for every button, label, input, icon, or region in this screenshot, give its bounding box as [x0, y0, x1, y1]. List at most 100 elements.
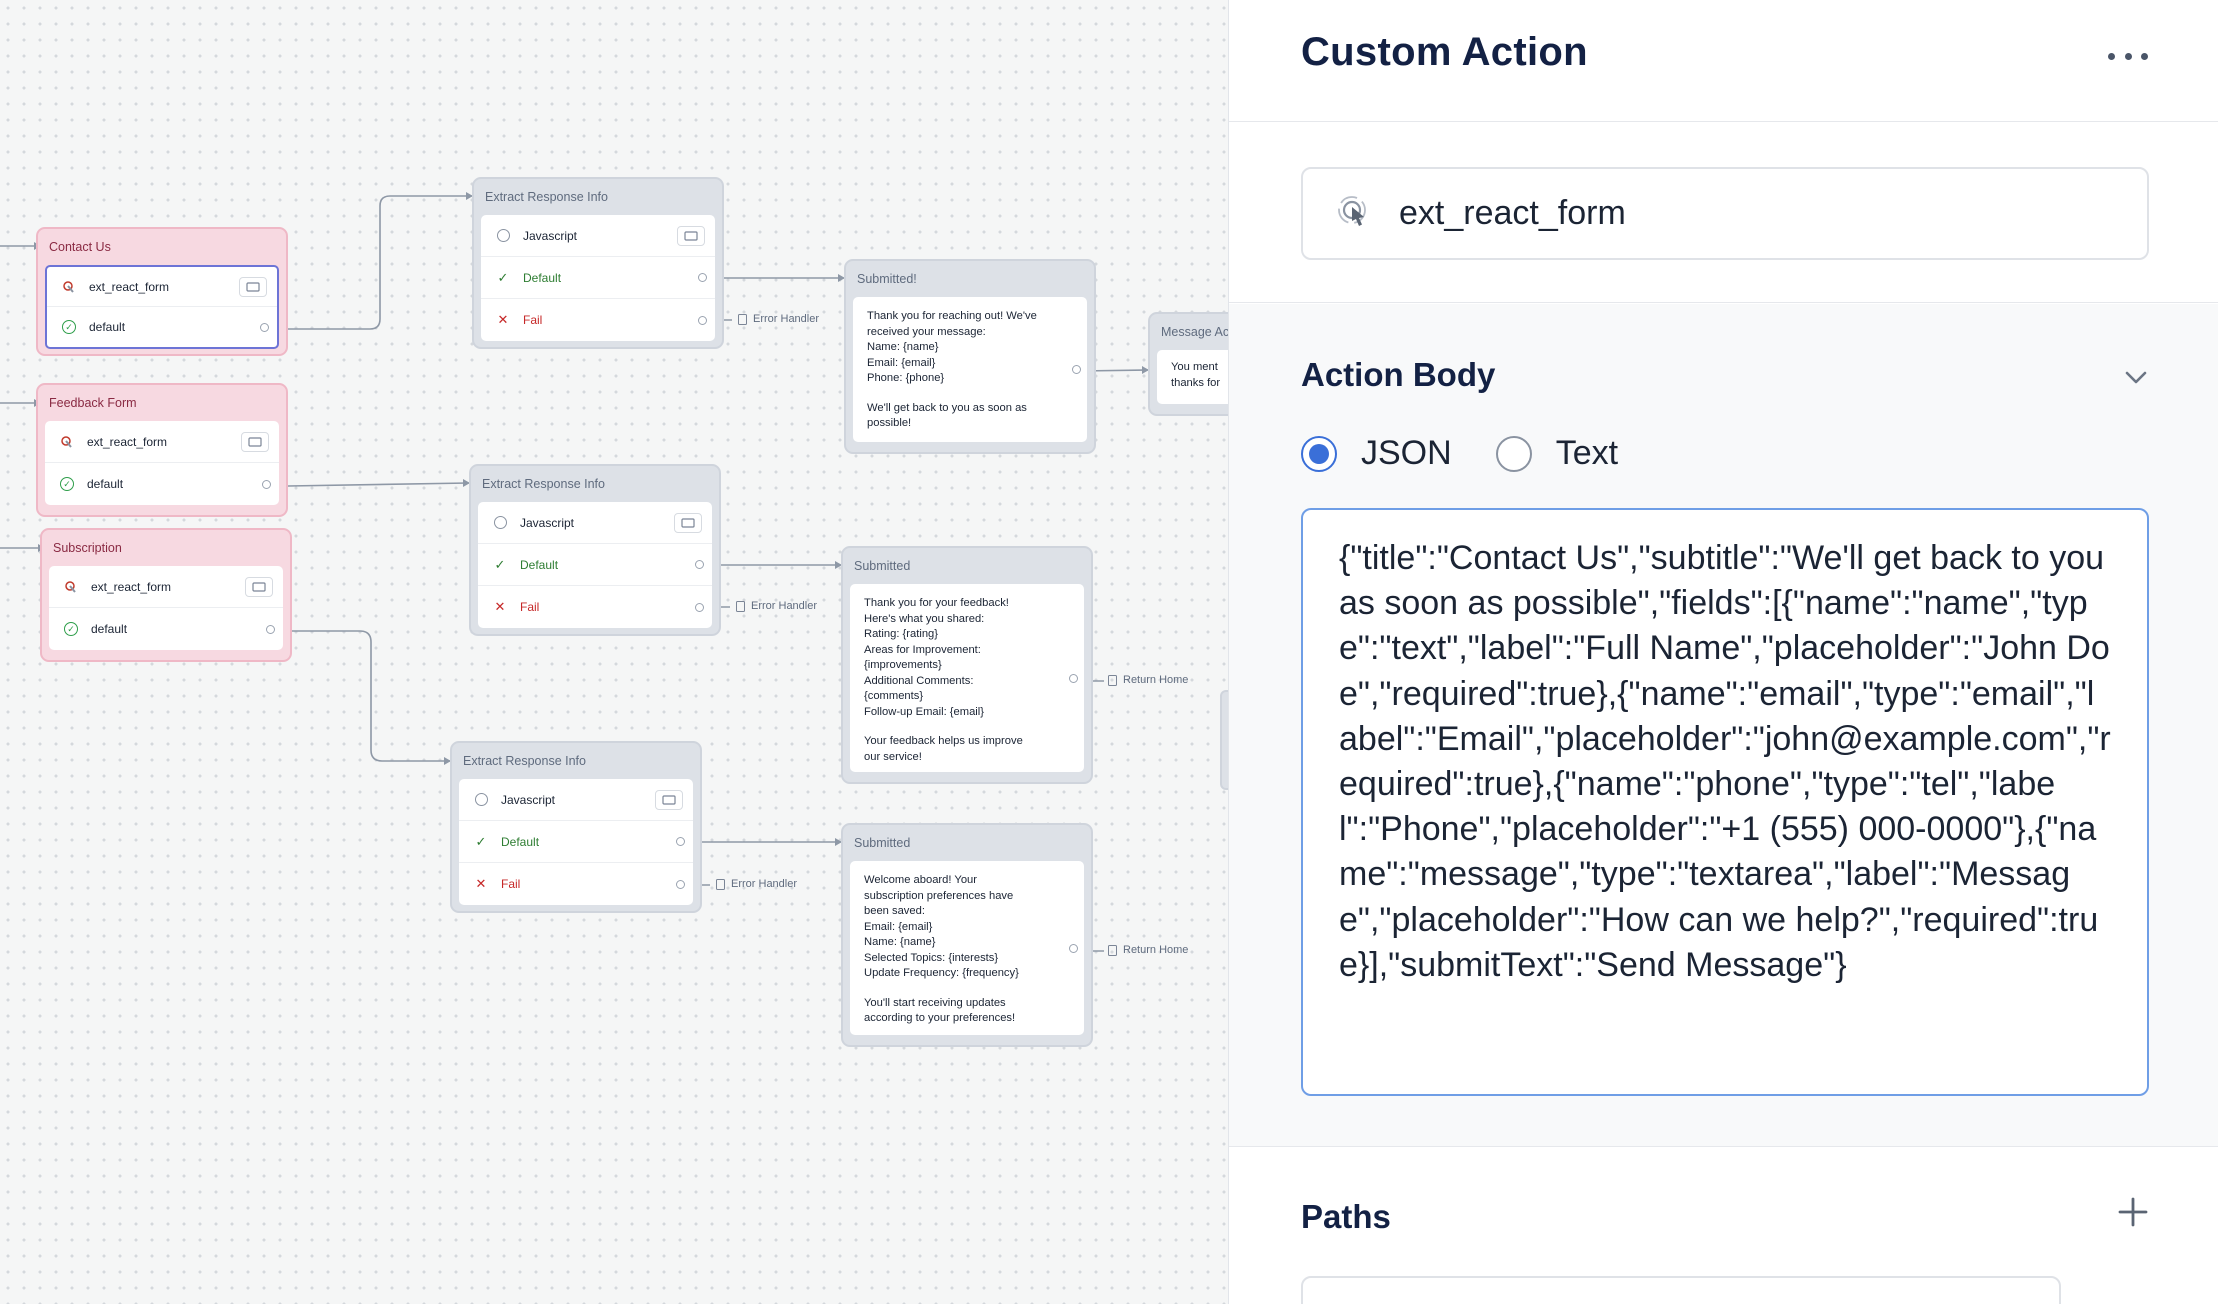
message-line: Update Frequency: {frequency}: [864, 967, 1019, 979]
custom-action-step[interactable]: ext_react_form: [49, 566, 283, 608]
extract-response-block-1[interactable]: Extract Response Info Javascript ✓ Defau…: [472, 177, 724, 349]
editor-panel: Custom Action ext_react_form Action Body…: [1228, 0, 2218, 1304]
output-port[interactable]: [1069, 673, 1078, 683]
code-icon: [496, 229, 510, 242]
radio-text[interactable]: Text: [1495, 434, 1618, 473]
block-title: Extract Response Info: [482, 477, 605, 491]
extract-card[interactable]: Javascript ✓ Default ✕ Fail: [478, 502, 712, 628]
return-home-link[interactable]: Return Home: [1108, 674, 1188, 686]
submitted-block-3[interactable]: Submitted Welcome aboard! Your subscript…: [841, 823, 1093, 1047]
submitted-block-2[interactable]: Submitted Thank you for your feedback! H…: [841, 546, 1093, 784]
feedback-card[interactable]: ext_react_form ✓ default: [45, 421, 279, 505]
message-line: Email: {email}: [867, 356, 936, 369]
message-text[interactable]: Thank you for reaching out! We've receiv…: [853, 297, 1087, 442]
offscreen-block-edge: [1220, 690, 1228, 790]
custom-action-step[interactable]: ext_react_form: [45, 421, 279, 463]
step-label: Javascript: [520, 515, 575, 530]
default-path[interactable]: ✓ Default: [459, 821, 693, 863]
edit-icon[interactable]: [655, 789, 683, 810]
block-title: Feedback Form: [49, 396, 137, 410]
default-path[interactable]: ✓ Default: [481, 257, 715, 299]
chevron-down-icon[interactable]: [2123, 364, 2149, 390]
path-label: Fail: [523, 313, 543, 327]
message-line: according to your preferences!: [864, 1012, 1016, 1024]
fail-path[interactable]: ✕ Fail: [478, 586, 712, 628]
output-port[interactable]: [676, 837, 685, 846]
javascript-step[interactable]: Javascript: [478, 502, 712, 544]
block-title: Submitted!: [857, 272, 917, 286]
default-path[interactable]: ✓ default: [49, 608, 283, 650]
javascript-step[interactable]: Javascript: [459, 779, 693, 821]
message-line: Welcome aboard! Your: [864, 874, 977, 886]
submitted-block-1[interactable]: Submitted! Thank you for reaching out! W…: [844, 259, 1096, 454]
custom-action-step[interactable]: ext_react_form: [47, 267, 277, 307]
message-text[interactable]: Thank you for your feedback! Here's what…: [850, 584, 1084, 772]
message-block-partial[interactable]: Message Ac You ment thanks for: [1148, 312, 1228, 416]
default-path[interactable]: ✓ default: [47, 307, 277, 347]
link-label: Return Home: [1123, 944, 1189, 956]
output-port[interactable]: [695, 602, 704, 612]
wire-contact-extract1: [278, 195, 472, 330]
message-line: Areas for Improvement:: [864, 643, 981, 656]
extract-card[interactable]: Javascript ✓ Default ✕ Fail: [481, 215, 715, 341]
message-footer: You'll start receiving updates according…: [864, 996, 1070, 1027]
output-port[interactable]: [1069, 943, 1078, 953]
javascript-step[interactable]: Javascript: [481, 215, 715, 257]
message-text[interactable]: Welcome aboard! Your subscription prefer…: [850, 861, 1084, 1035]
message-line: received your message:: [867, 325, 986, 338]
document-icon: [716, 878, 725, 890]
subscription-block[interactable]: Subscription ext_react_form ✓ default: [40, 528, 292, 662]
document-icon: [1108, 674, 1117, 686]
message-footer: We'll get back to you as soon as possibl…: [867, 401, 1073, 432]
error-handler-link[interactable]: Error Handler: [736, 600, 817, 612]
default-path[interactable]: ✓ default: [45, 463, 279, 505]
extract-response-block-3[interactable]: Extract Response Info Javascript ✓ Defau…: [450, 741, 702, 913]
contact-us-card[interactable]: ext_react_form ✓ default: [45, 265, 279, 349]
extract-card[interactable]: Javascript ✓ Default ✕ Fail: [459, 779, 693, 905]
fail-path[interactable]: ✕ Fail: [459, 863, 693, 905]
message-line: {comments}: [864, 690, 924, 702]
action-body-textarea[interactable]: {"title":"Contact Us","subtitle":"We'll …: [1301, 508, 2149, 1096]
message-body: Thank you for reaching out! We've receiv…: [867, 309, 1073, 387]
output-port[interactable]: [262, 479, 271, 489]
extract-response-block-2[interactable]: Extract Response Info Javascript ✓ Defau…: [469, 464, 721, 636]
fail-path[interactable]: ✕ Fail: [481, 299, 715, 341]
output-port[interactable]: [1072, 365, 1081, 374]
touch-icon: [1338, 195, 1366, 226]
edit-icon[interactable]: [674, 512, 702, 533]
path-label: Default: [501, 834, 540, 849]
output-port[interactable]: [676, 879, 685, 889]
close-icon: ✕: [497, 312, 509, 327]
flow-canvas[interactable]: Contact Us ext_react_form ✓ default Feed…: [0, 0, 1228, 1304]
default-path[interactable]: ✓ Default: [478, 544, 712, 586]
feedback-form-block[interactable]: Feedback Form ext_react_form ✓ default: [36, 383, 288, 517]
output-port[interactable]: [695, 560, 704, 569]
plus-icon[interactable]: [2117, 1196, 2149, 1228]
contact-us-block[interactable]: Contact Us ext_react_form ✓ default: [36, 227, 288, 356]
edit-icon[interactable]: [245, 576, 273, 597]
edit-icon[interactable]: [241, 431, 269, 452]
edit-icon[interactable]: [677, 225, 705, 246]
error-handler-link[interactable]: Error Handler: [716, 878, 797, 890]
output-port[interactable]: [266, 624, 275, 634]
message-line: subscription preferences have: [864, 889, 1014, 902]
action-body-section: Action Body JSON Text {"title":"Contact …: [1229, 304, 2218, 1147]
block-title: Submitted: [854, 836, 911, 850]
radio-json[interactable]: JSON: [1301, 434, 1452, 473]
output-port[interactable]: [698, 315, 707, 325]
error-handler-link[interactable]: Error Handler: [738, 313, 819, 325]
subscription-card[interactable]: ext_react_form ✓ default: [49, 566, 283, 650]
edit-icon[interactable]: [239, 276, 267, 297]
action-name: ext_react_form: [91, 579, 172, 594]
action-name-field[interactable]: ext_react_form: [1301, 167, 2149, 260]
output-port[interactable]: [260, 322, 269, 332]
message-text[interactable]: You ment thanks for: [1157, 350, 1228, 404]
return-home-link[interactable]: Return Home: [1108, 944, 1188, 956]
path-item[interactable]: [1301, 1276, 2061, 1304]
message-body: Welcome aboard! Your subscription prefer…: [864, 873, 1070, 982]
check-icon: ✓: [475, 833, 487, 849]
code-icon: [493, 516, 507, 529]
message-line: been saved:: [864, 905, 925, 917]
more-options-icon[interactable]: [2108, 44, 2148, 68]
output-port[interactable]: [698, 273, 707, 282]
